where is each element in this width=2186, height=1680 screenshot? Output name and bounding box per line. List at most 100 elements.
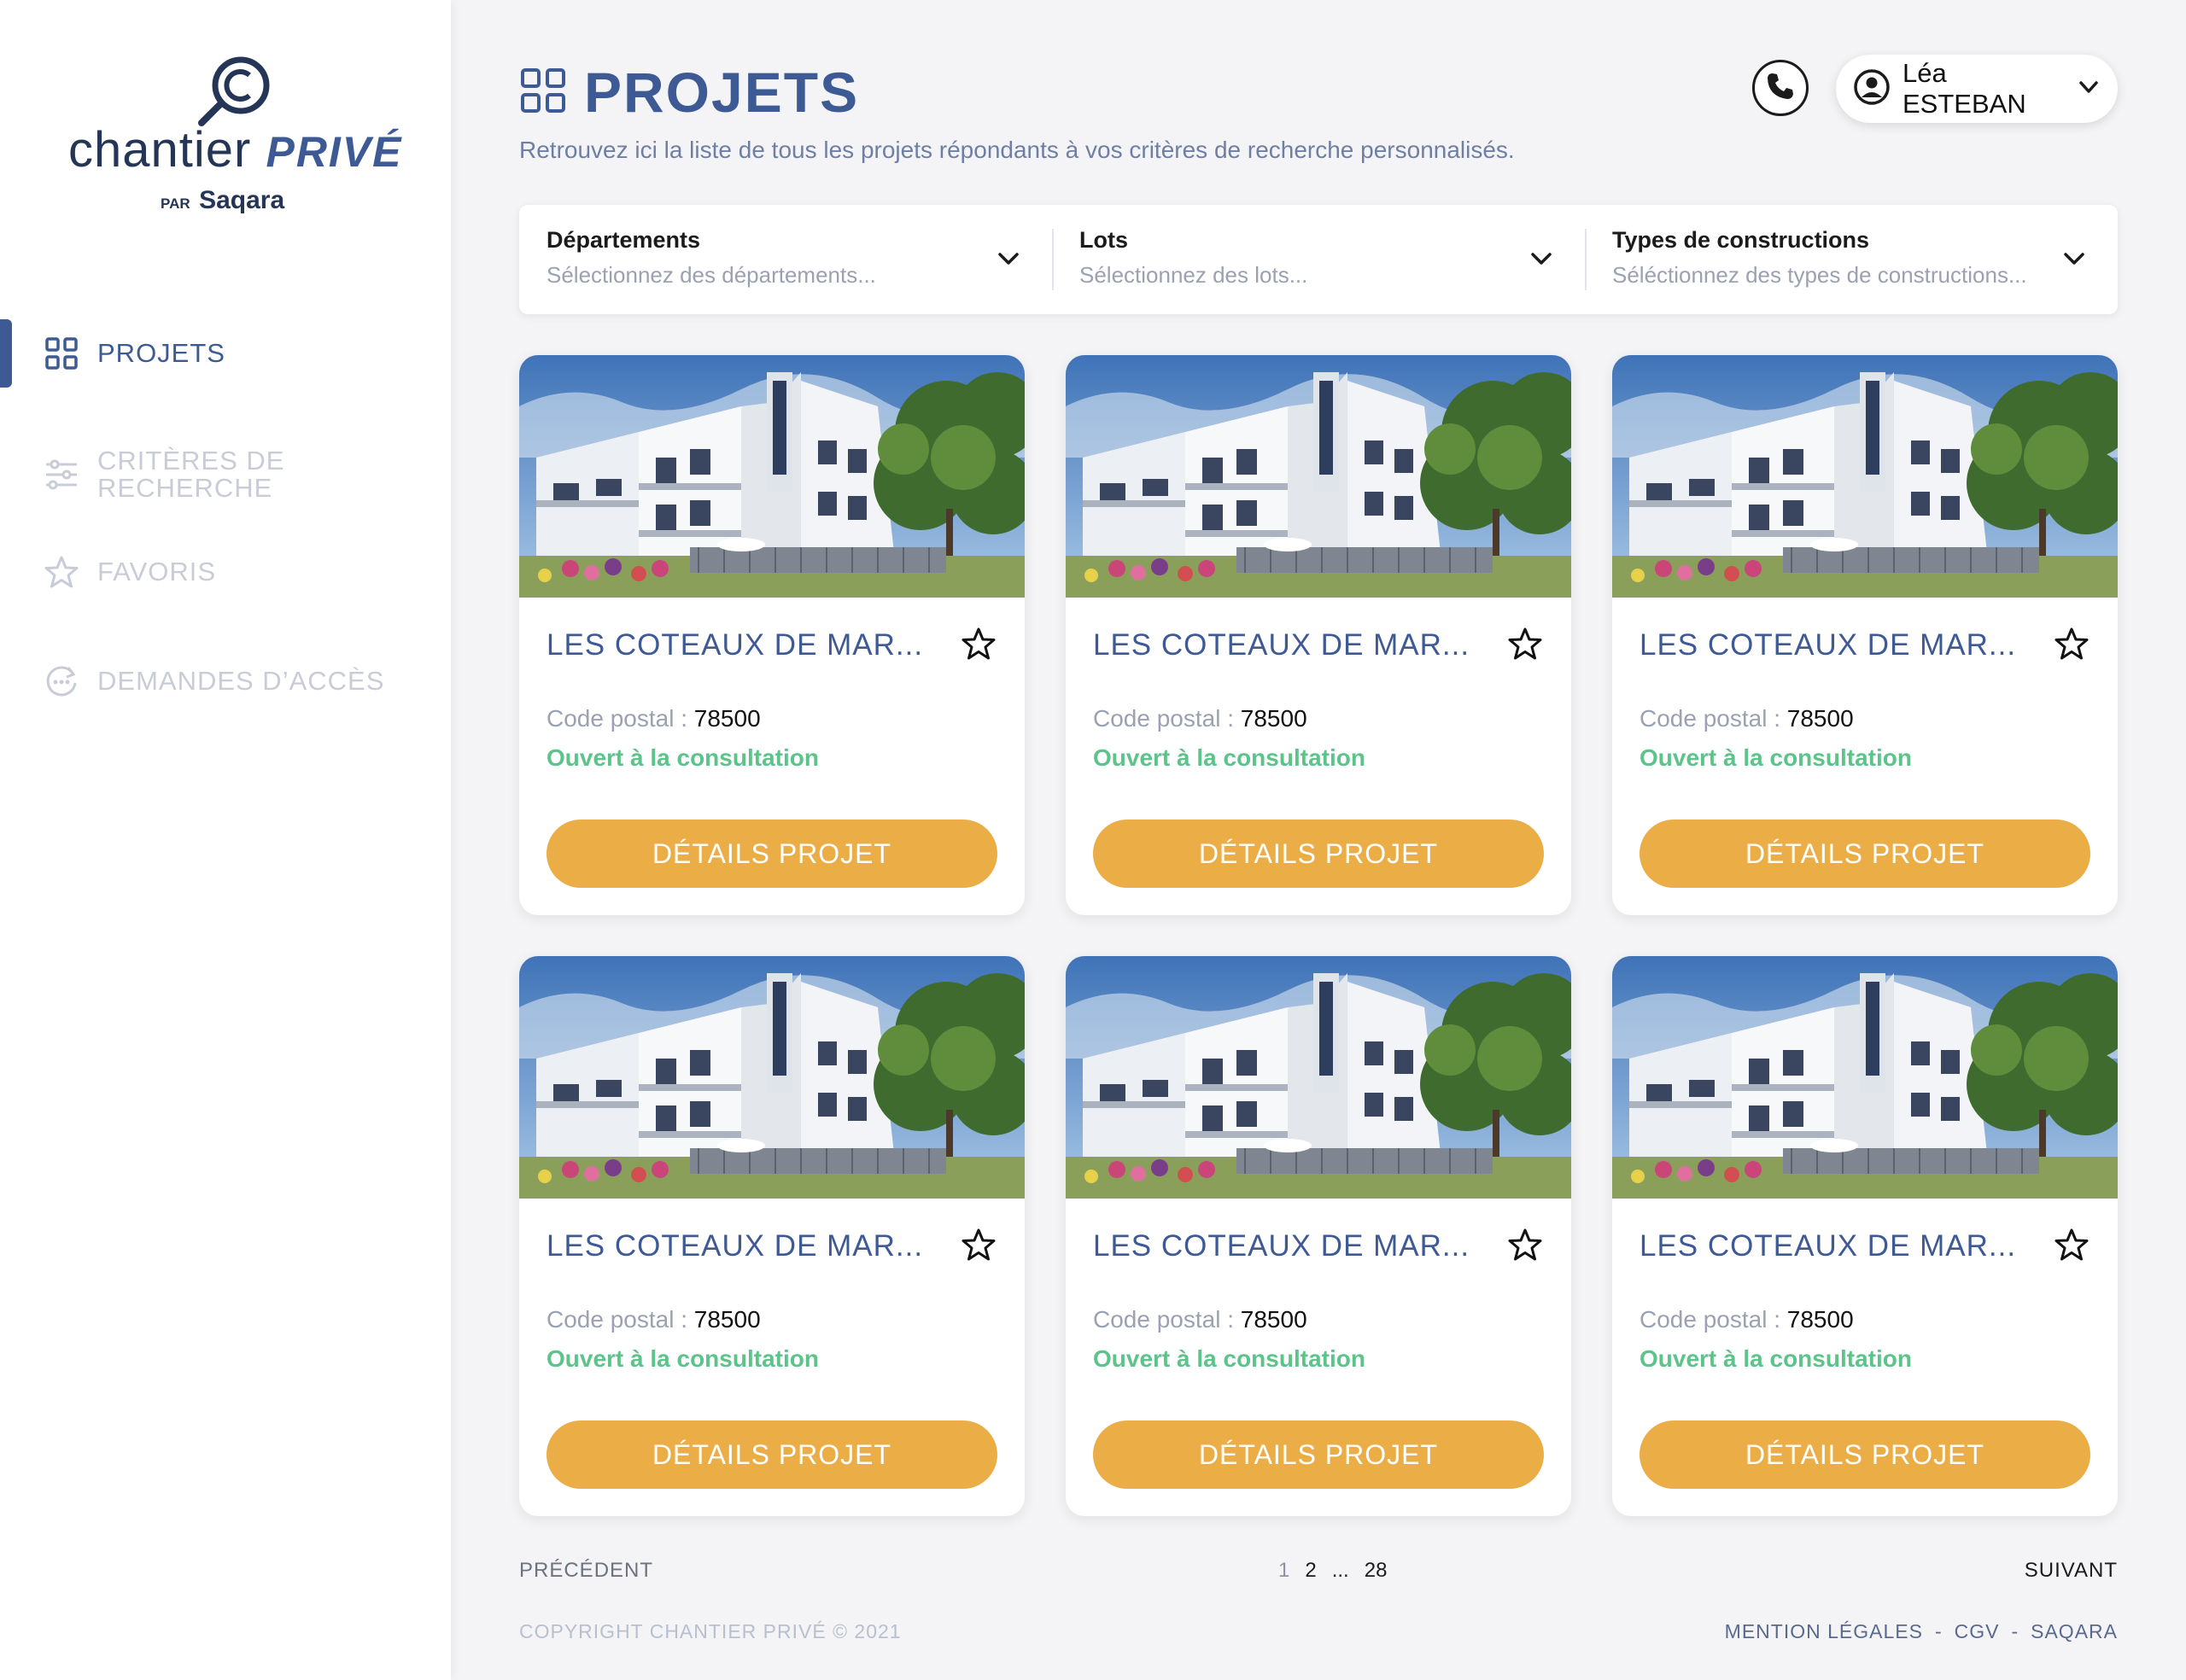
postal-code-label: Code postal :: [1093, 1306, 1234, 1333]
postal-code-value: 78500: [1240, 1306, 1307, 1333]
details-projet-button[interactable]: DÉTAILS PROJET: [546, 1420, 997, 1489]
footer-link-cgv[interactable]: CGV: [1955, 1620, 2000, 1643]
project-image[interactable]: [1066, 355, 1571, 598]
access-request-icon: [44, 664, 79, 698]
user-avatar-icon: [1853, 68, 1891, 110]
page-link[interactable]: 2: [1305, 1559, 1316, 1583]
favorite-star-icon[interactable]: [1508, 627, 1542, 665]
postal-code-label: Code postal :: [1640, 1306, 1780, 1333]
favorite-star-icon[interactable]: [2054, 627, 2089, 665]
footer-copyright: COPYRIGHT CHANTIER PRIVÉ © 2021: [519, 1620, 902, 1642]
postal-code: Code postal : 78500: [1640, 1306, 1854, 1333]
details-projet-button[interactable]: DÉTAILS PROJET: [1640, 1420, 2090, 1489]
project-card: LES COTEAUX DE MAR... Code postal : 7850…: [1612, 956, 2118, 1516]
favorite-star-icon[interactable]: [2054, 1228, 2089, 1266]
project-title[interactable]: LES COTEAUX DE MAR...: [1093, 1229, 1470, 1263]
logo-name: chantier: [68, 122, 252, 178]
phone-icon: [1765, 71, 1796, 106]
chevron-down-icon: [2061, 246, 2087, 276]
logo-mark-icon: [198, 56, 270, 126]
sidebar-item-label: DEMANDES D’ACCÈS: [97, 666, 385, 696]
types-constructions-select[interactable]: Types de constructions Séléctionnez des …: [1585, 205, 2118, 314]
favorite-star-icon[interactable]: [961, 1228, 996, 1266]
postal-code-label: Code postal :: [546, 705, 687, 732]
status-badge: Ouvert à la consultation: [1640, 1345, 1912, 1372]
logo-by-brand: Saqara: [199, 186, 285, 214]
project-image[interactable]: [1612, 956, 2118, 1199]
postal-code: Code postal : 78500: [546, 1306, 761, 1333]
filter-placeholder: Séléctionnez des types de constructions.…: [1612, 262, 2027, 288]
details-projet-button[interactable]: DÉTAILS PROJET: [1093, 820, 1544, 888]
postal-code-value: 78500: [1240, 705, 1307, 732]
project-card: LES COTEAUX DE MAR... Code postal : 7850…: [1612, 355, 2118, 915]
postal-code: Code postal : 78500: [1093, 705, 1307, 732]
filter-placeholder: Sélectionnez des départements...: [546, 262, 876, 288]
favorite-star-icon[interactable]: [1508, 1228, 1542, 1266]
chevron-down-icon: [1528, 246, 1554, 276]
project-image[interactable]: [519, 956, 1025, 1199]
details-projet-button[interactable]: DÉTAILS PROJET: [546, 820, 997, 888]
phone-button[interactable]: [1752, 60, 1809, 116]
project-title[interactable]: LES COTEAUX DE MAR...: [1093, 628, 1470, 662]
postal-code: Code postal : 78500: [1640, 705, 1854, 732]
postal-code-label: Code postal :: [1093, 705, 1234, 732]
postal-code-value: 78500: [693, 705, 761, 732]
filter-label: Types de constructions: [1612, 227, 1870, 253]
sidebar-item-favoris[interactable]: FAVORIS: [0, 538, 451, 606]
postal-code-value: 78500: [1786, 1306, 1854, 1333]
grid-icon: [519, 67, 567, 119]
project-card: LES COTEAUX DE MAR... Code postal : 7850…: [1066, 956, 1571, 1516]
project-card: LES COTEAUX DE MAR... Code postal : 7850…: [519, 956, 1025, 1516]
sidebar-item-projets[interactable]: PROJETS: [0, 319, 451, 388]
sidebar-item-criteres[interactable]: CRITÈRES DE RECHERCHE: [0, 432, 451, 517]
footer-link-saqara[interactable]: SAQARA: [2031, 1620, 2118, 1643]
project-image[interactable]: [1612, 355, 2118, 598]
pagination-next[interactable]: SUIVANT: [2025, 1559, 2118, 1583]
status-badge: Ouvert à la consultation: [546, 1345, 819, 1372]
grid-icon: [44, 336, 79, 370]
page-link[interactable]: 1: [1278, 1559, 1289, 1583]
postal-code-value: 78500: [1786, 705, 1854, 732]
user-name: Léa ESTEBAN: [1903, 58, 2026, 119]
sidebar: chantier PRIVÉ PAR Saqara PROJETS CRITÈR…: [0, 0, 451, 1680]
departements-select[interactable]: Départements Sélectionnez des départemen…: [519, 205, 1052, 314]
filter-bar: Départements Sélectionnez des départemen…: [519, 205, 2118, 314]
star-icon: [44, 555, 79, 589]
page-ellipsis: ...: [1331, 1559, 1349, 1582]
status-badge: Ouvert à la consultation: [1093, 1345, 1365, 1372]
logo-name-accent: PRIVÉ: [266, 128, 403, 176]
chevron-down-icon: [996, 246, 1021, 276]
sidebar-item-demandes-acces[interactable]: DEMANDES D’ACCÈS: [0, 647, 451, 715]
sidebar-item-label: PROJETS: [97, 338, 225, 368]
footer-separator: -: [1934, 1620, 1943, 1642]
project-title[interactable]: LES COTEAUX DE MAR...: [546, 628, 923, 662]
project-title[interactable]: LES COTEAUX DE MAR...: [1640, 628, 2016, 662]
project-title[interactable]: LES COTEAUX DE MAR...: [1640, 1229, 2016, 1263]
logo-wordmark: chantier PRIVÉ: [68, 121, 403, 178]
footer-separator: -: [2011, 1620, 2019, 1642]
details-projet-button[interactable]: DÉTAILS PROJET: [1093, 1420, 1544, 1489]
user-menu-button[interactable]: Léa ESTEBAN: [1836, 55, 2118, 123]
project-card: LES COTEAUX DE MAR... Code postal : 7850…: [1066, 355, 1571, 915]
details-projet-button[interactable]: DÉTAILS PROJET: [1640, 820, 2090, 888]
pagination-previous[interactable]: PRÉCÉDENT: [519, 1559, 653, 1583]
page-link[interactable]: 28: [1365, 1559, 1388, 1583]
lots-select[interactable]: Lots Sélectionnez des lots...: [1052, 205, 1585, 314]
page-description: Retrouvez ici la liste de tous les proje…: [519, 137, 1515, 163]
footer-link-mentions[interactable]: MENTION LÉGALES: [1725, 1620, 1923, 1643]
logo[interactable]: chantier PRIVÉ PAR Saqara: [60, 51, 401, 222]
project-image[interactable]: [1066, 956, 1571, 1199]
chevron-down-icon: [2077, 75, 2101, 103]
postal-code: Code postal : 78500: [1093, 1306, 1307, 1333]
sidebar-item-label: CRITÈRES DE RECHERCHE: [97, 446, 285, 503]
sidebar-item-label: FAVORIS: [97, 557, 217, 586]
status-badge: Ouvert à la consultation: [546, 744, 819, 771]
project-image[interactable]: [519, 355, 1025, 598]
filter-label: Départements: [546, 227, 701, 253]
postal-code-label: Code postal :: [546, 1306, 687, 1333]
project-title[interactable]: LES COTEAUX DE MAR...: [546, 1229, 923, 1263]
favorite-star-icon[interactable]: [961, 627, 996, 665]
postal-code-label: Code postal :: [1640, 705, 1780, 732]
status-badge: Ouvert à la consultation: [1093, 744, 1365, 771]
pagination-pages: 1 2 ... 28: [1278, 1559, 1387, 1583]
